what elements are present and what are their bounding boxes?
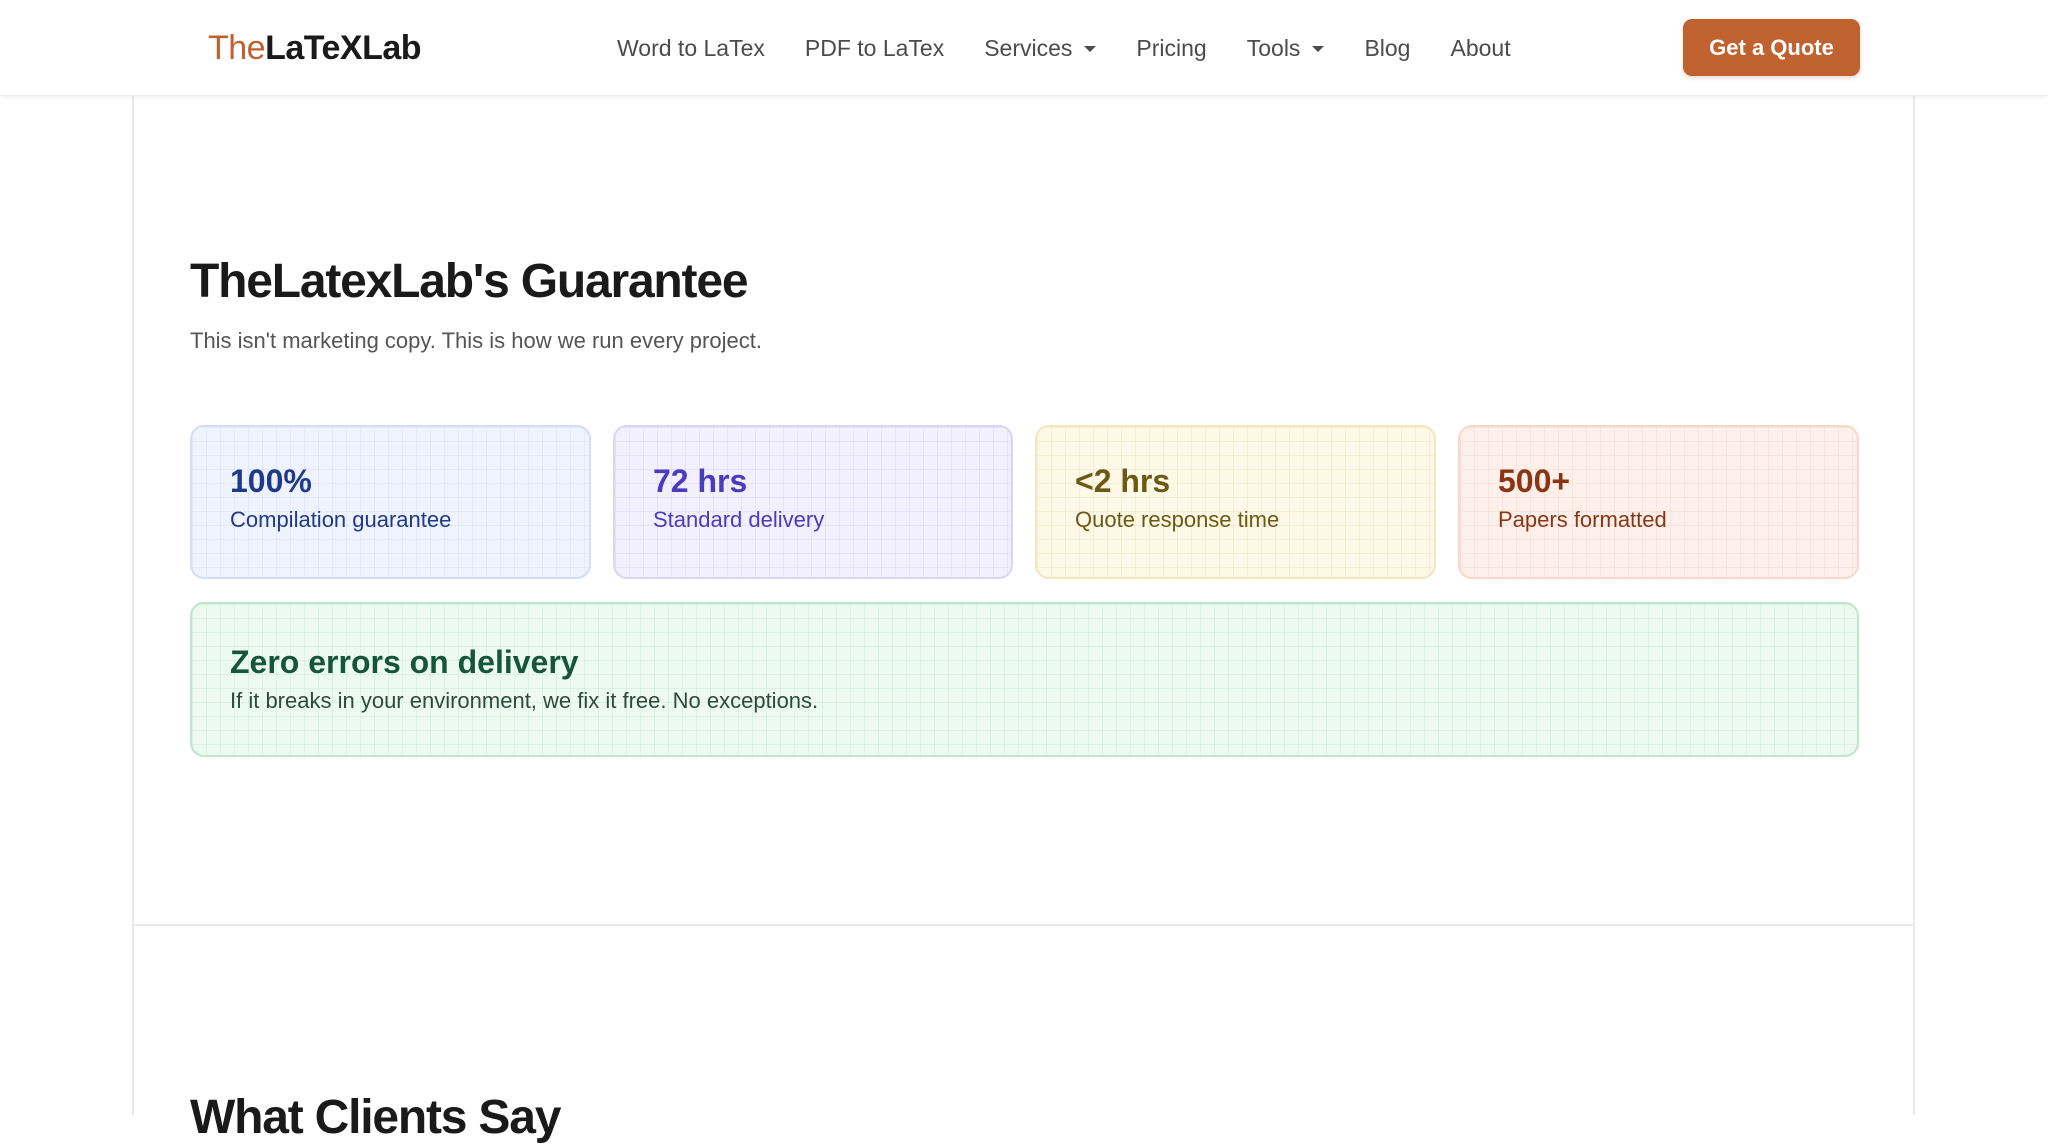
- nav-label: About: [1450, 34, 1511, 61]
- zero-errors-card: Zero errors on delivery If it breaks in …: [190, 602, 1859, 757]
- stat-card-delivery: 72 hrs Standard delivery: [613, 425, 1013, 579]
- logo-text-the: The: [208, 29, 266, 67]
- nav-word-to-latex[interactable]: Word to LaTex: [617, 35, 765, 62]
- get-a-quote-button[interactable]: Get a Quote: [1683, 19, 1860, 76]
- section-subtitle: This isn't marketing copy. This is how w…: [190, 328, 762, 353]
- stat-value: 72 hrs: [653, 463, 748, 499]
- site-logo[interactable]: TheLaTeXLab: [208, 26, 422, 70]
- nav-services[interactable]: Services: [984, 34, 1097, 62]
- caret-down-icon: [1312, 46, 1325, 52]
- stat-value: 100%: [230, 463, 312, 499]
- stat-card-papers: 500+ Papers formatted: [1458, 425, 1859, 579]
- logo-text-latexlab: LaTeXLab: [265, 29, 422, 67]
- nav-tools[interactable]: Tools: [1247, 35, 1325, 62]
- nav-label: PDF to LaTex: [804, 34, 945, 61]
- stat-card-quote-response: <2 hrs Quote response time: [1035, 425, 1436, 579]
- nav-label: Pricing: [1136, 34, 1207, 61]
- section-title: TheLatexLab's Guarantee: [190, 255, 749, 308]
- nav-label: Blog: [1364, 34, 1411, 61]
- zero-errors-title: Zero errors on delivery: [230, 644, 579, 680]
- nav-label: Word to LaTex: [617, 34, 765, 61]
- stat-label: Quote response time: [1075, 507, 1280, 532]
- stat-value: 500+: [1498, 463, 1571, 499]
- nav-label: Services: [984, 34, 1073, 61]
- stat-card-compilation: 100% Compilation guarantee: [190, 425, 591, 579]
- caret-down-icon: [1084, 46, 1097, 52]
- stat-label: Papers formatted: [1498, 507, 1667, 532]
- zero-errors-text: If it breaks in your environment, we fix…: [230, 688, 819, 713]
- stat-label: Standard delivery: [653, 507, 825, 532]
- nav-pdf-to-latex[interactable]: PDF to LaTex: [805, 35, 944, 62]
- top-navbar: TheLaTeXLab Word to LaTex PDF to LaTex S…: [0, 0, 2048, 96]
- main-nav: Word to LaTex PDF to LaTex Services Pric…: [617, 0, 1511, 96]
- stat-value: <2 hrs: [1075, 463, 1171, 499]
- nav-about[interactable]: About: [1450, 35, 1510, 62]
- nav-blog[interactable]: Blog: [1364, 35, 1410, 62]
- stat-label: Compilation guarantee: [230, 507, 452, 532]
- nav-label: Tools: [1246, 34, 1301, 61]
- testimonials-title: What Clients Say: [190, 1091, 561, 1144]
- section-divider: [132, 924, 1915, 926]
- nav-pricing[interactable]: Pricing: [1136, 35, 1206, 62]
